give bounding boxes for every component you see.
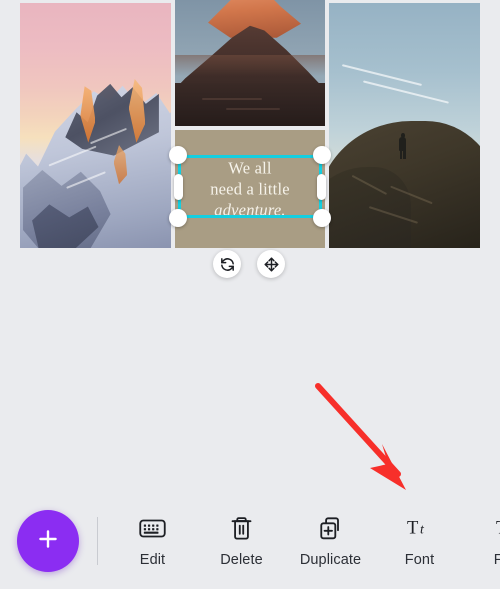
resize-handle-bottom-left[interactable] xyxy=(169,209,187,227)
keyboard-icon xyxy=(139,513,166,543)
transform-button-bar[interactable] xyxy=(213,250,285,278)
duplicate-icon xyxy=(318,513,343,543)
resize-handle-top-left[interactable] xyxy=(169,146,187,164)
svg-text:t: t xyxy=(420,523,425,538)
collage-tile-text-card[interactable]: We all need a little adventure. xyxy=(175,130,325,248)
quote-line-2: need a little xyxy=(210,179,290,199)
toolbar-item-label: Duplicate xyxy=(299,552,362,568)
resize-handle-bottom-right[interactable] xyxy=(313,209,331,227)
toolbar-item-font-secondary[interactable]: T t Font xyxy=(464,513,500,568)
rotate-button[interactable] xyxy=(213,250,241,278)
quote-line-1: We all xyxy=(228,158,272,178)
font-size-icon: T t xyxy=(496,513,500,543)
quote-line-3: adventure. xyxy=(214,200,286,220)
collage-tile-volcano-photo[interactable] xyxy=(175,0,325,126)
collage-canvas[interactable]: We all need a little adventure. xyxy=(20,0,485,248)
plain-texture-line xyxy=(202,98,262,101)
toolbar-item-font[interactable]: T t Font xyxy=(375,513,464,568)
toolbar-item-label: Font xyxy=(493,552,500,568)
hiker-silhouette xyxy=(398,132,407,159)
font-size-icon: T t xyxy=(407,513,433,543)
toolbar-divider xyxy=(97,516,98,565)
hiker-leg-right xyxy=(403,149,406,159)
add-button[interactable] xyxy=(17,509,79,572)
toolbar-item-edit[interactable]: Edit xyxy=(108,513,197,568)
resize-handle-right[interactable] xyxy=(317,173,326,200)
toolbar-item-label: Edit xyxy=(139,552,166,568)
ridge-highlight xyxy=(175,55,325,76)
svg-text:T: T xyxy=(407,518,419,539)
move-icon xyxy=(263,256,280,273)
rotate-icon xyxy=(219,256,236,273)
toolbar-item-delete[interactable]: Delete xyxy=(197,513,286,568)
collage-tile-hiker-photo[interactable] xyxy=(329,3,480,248)
svg-text:T: T xyxy=(496,518,500,539)
toolbar-item-label: Font xyxy=(404,552,435,568)
bottom-toolbar: Edit Delete Duplicate T t Font F xyxy=(0,492,500,589)
trash-icon xyxy=(230,513,253,543)
resize-handle-top-right[interactable] xyxy=(313,146,331,164)
hiker-leg-left xyxy=(400,149,403,159)
move-button[interactable] xyxy=(257,250,285,278)
collage-tile-mountain-snow-photo[interactable] xyxy=(20,3,171,248)
annotation-arrow xyxy=(310,378,430,500)
resize-handle-left[interactable] xyxy=(174,173,183,200)
toolbar-item-duplicate[interactable]: Duplicate xyxy=(286,513,375,568)
hiker-torso xyxy=(399,136,407,151)
foreground-plain xyxy=(175,83,325,126)
plus-icon xyxy=(35,526,61,555)
toolbar-item-label: Delete xyxy=(220,552,263,568)
toolbar-items: Edit Delete Duplicate T t Font F xyxy=(108,513,500,568)
quote-text-block[interactable]: We all need a little adventure. xyxy=(175,158,325,221)
